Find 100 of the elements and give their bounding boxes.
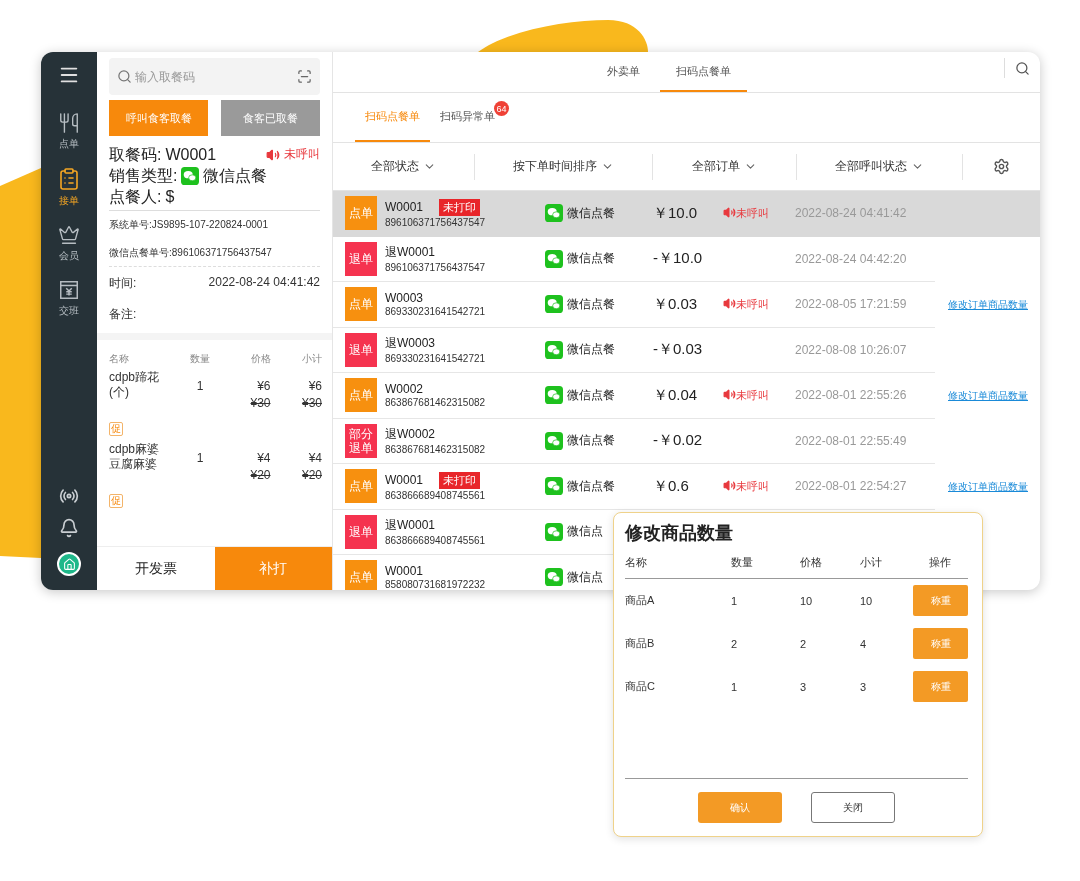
dialog-title: 修改商品数量 <box>625 522 734 545</box>
item-price: ¥6 <box>256 379 271 393</box>
order-type-tag: 点单 <box>345 469 377 504</box>
column-header: 名称 <box>625 555 648 570</box>
speaker-icon <box>723 205 736 219</box>
unprinted-badge: 未打印 <box>439 198 481 216</box>
system-number: 系统单号:JS9895-107-220824-0001 <box>109 218 269 232</box>
clipboard-icon <box>57 167 81 191</box>
product-price: 3 <box>800 680 808 693</box>
item-subtotal: ¥4 <box>307 451 322 465</box>
product-price: 2 <box>800 637 808 650</box>
home-icon <box>62 557 76 571</box>
order-amount: ￥0.03 <box>653 294 699 314</box>
item-price: ¥4 <box>256 451 271 465</box>
order-code: W0001 <box>385 473 424 488</box>
edit-quantity-link[interactable]: 修改订单商品数量 <box>948 479 1028 494</box>
order-channel: 微信点餐 <box>567 295 615 313</box>
filter-dropdown[interactable]: 按下单时间排序 <box>475 153 653 180</box>
speaker-icon <box>723 296 736 310</box>
order-code: W0002 <box>385 382 424 397</box>
search-icon[interactable] <box>1015 60 1030 76</box>
dialog-button[interactable]: 关闭 <box>811 792 895 823</box>
call-status: 未呼叫 <box>736 478 769 494</box>
order-type-tag: 部分退单 <box>345 423 377 458</box>
pickup-code-label: 取餐码: <box>109 145 162 165</box>
footer-button[interactable]: 开发票 <box>97 546 215 590</box>
item-subtotal: ¥6 <box>307 379 322 393</box>
note-label: 备注: <box>109 306 137 323</box>
call-status: 未呼叫 <box>736 387 769 403</box>
original-price: ¥30 <box>249 396 271 410</box>
product-quantity: 2 <box>731 637 739 650</box>
cash-drawer-icon <box>58 279 80 301</box>
order-amount: -￥0.03 <box>653 340 704 360</box>
sidebar-item[interactable]: 会员 <box>58 224 80 263</box>
wechat-icon <box>181 166 200 185</box>
column-header: 数量 <box>731 555 754 570</box>
order-row[interactable]: 点单 W0001 未打印 863866689408745561 微信点餐 ￥0.6 未呼叫 2022-08-01 22:54:27 修改订单商品数量 <box>333 464 1040 510</box>
filter-dropdown[interactable]: 全部状态 <box>333 153 475 180</box>
order-type-tab[interactable]: 外卖单 <box>591 52 656 92</box>
scan-icon[interactable] <box>297 69 312 84</box>
settings-icon[interactable] <box>993 158 1010 175</box>
order-time: 2022-08-01 22:55:49 <box>795 433 908 448</box>
order-channel: 微信点餐 <box>567 341 615 359</box>
order-row[interactable]: 部分退单 退W0002 863867681462315082 微信点餐 -￥0.02 2022-08-01 22:55:49 <box>333 418 1040 464</box>
order-number: 896106371756437547 <box>385 262 487 274</box>
order-type-tag: 退单 <box>345 332 377 367</box>
order-channel: 微信点餐 <box>567 477 615 495</box>
sale-type-label: 销售类型: <box>109 166 178 186</box>
order-code: W0003 <box>385 291 424 306</box>
call-status: 未呼叫 <box>736 296 769 312</box>
promo-tag: 促 <box>109 422 123 436</box>
wechat-icon <box>545 295 563 314</box>
orderer: $ <box>165 187 175 207</box>
sale-type: 微信点餐 <box>203 166 268 186</box>
time-label: 时间: <box>109 275 137 292</box>
order-type-tag: 点单 <box>345 560 377 590</box>
order-channel: 微信点餐 <box>567 204 615 222</box>
order-time: 2022-08-24 04:41:42 <box>208 275 320 291</box>
search-field[interactable]: 输入取餐码 <box>109 58 320 95</box>
pickup-code: W0001 <box>165 145 217 165</box>
sidebar-item[interactable]: 交班 <box>58 279 80 318</box>
product-quantity: 1 <box>731 594 739 607</box>
order-amount: -￥0.02 <box>653 431 704 451</box>
order-code: 退W0002 <box>385 426 436 444</box>
order-type-tag: 退单 <box>345 514 377 549</box>
broadcast-icon[interactable] <box>59 486 79 506</box>
order-amount: ￥0.6 <box>653 476 690 496</box>
product-name: 商品B <box>625 636 656 651</box>
order-time: 2022-08-08 10:26:07 <box>795 342 908 357</box>
order-type-tag: 点单 <box>345 196 377 231</box>
item-name: cdpb蹄花(个) <box>109 370 161 400</box>
wechat-icon <box>545 340 563 359</box>
product-subtotal: 10 <box>860 594 874 607</box>
order-type-tab[interactable]: 扫码点餐单 <box>660 52 747 92</box>
sidebar-item[interactable]: 点单 <box>58 112 80 151</box>
sidebar-item[interactable]: 接单 <box>57 167 81 208</box>
edit-quantity-link[interactable]: 修改订单商品数量 <box>948 297 1028 312</box>
order-row[interactable]: 点单 W0001 未打印 896106371756437547 微信点餐 ￥10.0 未呼叫 2022-08-24 04:41:42 <box>333 191 1040 237</box>
order-amount: -￥10.0 <box>653 249 704 269</box>
column-header: 操作 <box>928 555 952 570</box>
home-button[interactable] <box>57 552 81 576</box>
order-number: 863866689408745561 <box>385 489 487 501</box>
speaker-icon <box>723 478 736 492</box>
filter-dropdown[interactable]: 全部订单 <box>653 153 797 180</box>
item-name: cdpb麻婆豆腐麻婆 <box>109 442 161 472</box>
bell-icon[interactable] <box>59 518 79 538</box>
product-name: 商品A <box>625 593 656 608</box>
order-number: 858080731681972232 <box>385 579 487 590</box>
wechat-icon <box>545 431 563 450</box>
filter-dropdown[interactable]: 全部呼叫状态 <box>797 153 963 180</box>
order-time: 2022-08-24 04:41:42 <box>795 206 908 221</box>
column-header: 价格 <box>800 555 823 570</box>
order-number: 869330231641542721 <box>385 306 487 318</box>
order-code: W0001 <box>385 564 424 579</box>
promo-tag: 促 <box>109 494 123 508</box>
edit-quantity-link[interactable]: 修改订单商品数量 <box>948 388 1028 403</box>
order-time: 2022-08-01 22:54:27 <box>795 479 908 494</box>
order-time: 2022-08-24 04:42:20 <box>795 251 908 266</box>
search-icon <box>117 69 132 84</box>
order-amount: ￥10.0 <box>653 203 699 223</box>
